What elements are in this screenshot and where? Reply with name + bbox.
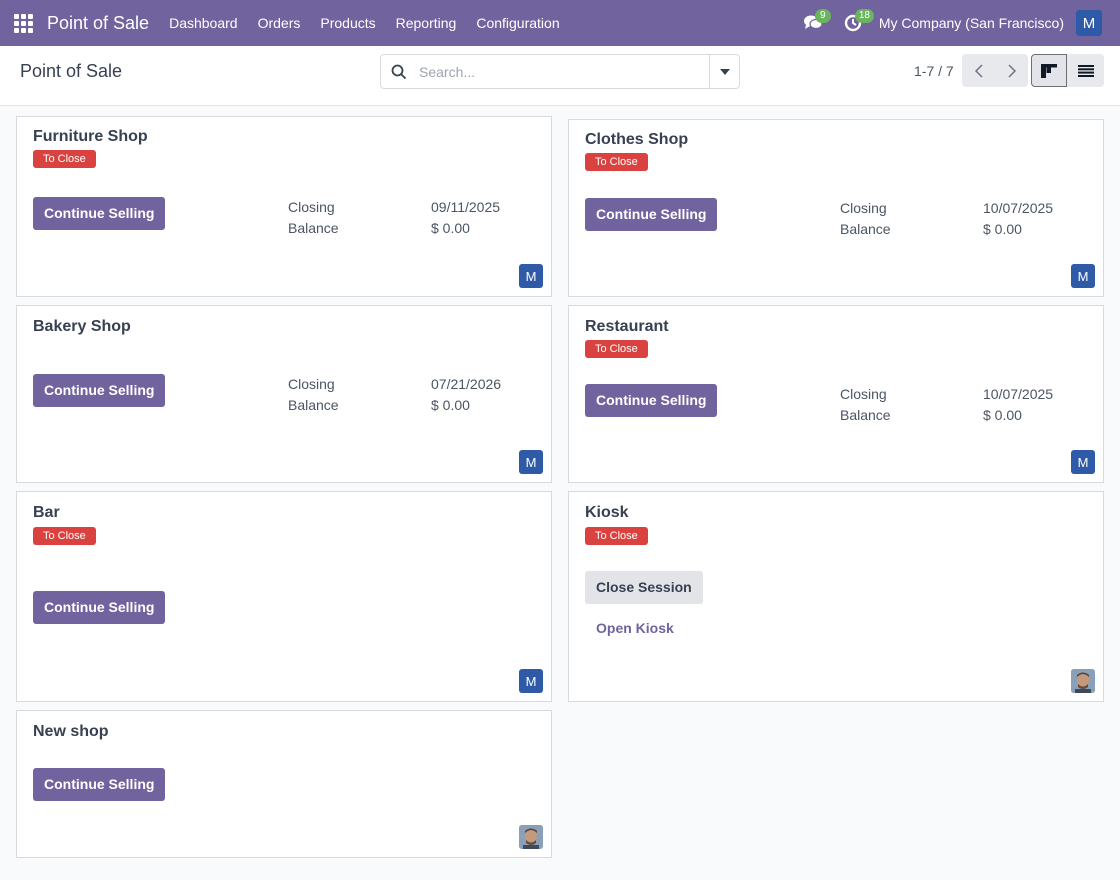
responsible-avatar-photo[interactable] xyxy=(519,825,543,849)
activities-count-badge: 18 xyxy=(854,9,874,23)
user-photo-icon xyxy=(1071,669,1095,693)
page-title: Point of Sale xyxy=(20,61,123,81)
to-close-badge: To Close xyxy=(33,150,96,168)
control-panel: Point of Sale 1-7 / 7 xyxy=(0,46,1120,106)
pos-card-clothes-shop: Clothes Shop To Close Continue Selling C… xyxy=(568,119,1104,297)
balance-value: $ 0.00 xyxy=(983,221,1022,237)
pos-card-new-shop: New shop Continue Selling xyxy=(16,710,552,858)
menu-dashboard[interactable]: Dashboard xyxy=(159,0,248,46)
closing-label: Closing xyxy=(840,200,887,216)
card-title: Bakery Shop xyxy=(33,318,131,335)
responsible-avatar[interactable]: M xyxy=(519,669,543,693)
continue-selling-button[interactable]: Continue Selling xyxy=(585,384,718,417)
responsible-avatar[interactable]: M xyxy=(519,450,543,474)
continue-selling-button[interactable]: Continue Selling xyxy=(33,374,166,407)
search-options-toggle[interactable] xyxy=(709,55,739,88)
messages-button[interactable]: 9 xyxy=(793,0,833,46)
list-view-button[interactable] xyxy=(1067,54,1104,87)
pos-card-kiosk: Kiosk To Close Close Session Open Kiosk xyxy=(568,491,1104,702)
company-switcher[interactable]: My Company (San Francisco) xyxy=(879,15,1064,31)
user-avatar[interactable]: M xyxy=(1076,10,1102,36)
closing-label: Closing xyxy=(288,376,335,392)
closing-label: Closing xyxy=(840,386,887,402)
closing-date: 10/07/2025 xyxy=(983,386,1054,402)
kanban-icon xyxy=(1041,63,1057,78)
closing-date: 07/21/2026 xyxy=(431,376,502,392)
card-title: Clothes Shop xyxy=(585,131,689,148)
balance-value: $ 0.00 xyxy=(983,407,1022,423)
pager-previous-button[interactable] xyxy=(962,54,995,87)
activities-button[interactable]: 18 xyxy=(833,0,874,46)
card-title: Restaurant xyxy=(585,318,669,335)
balance-label: Balance xyxy=(840,221,891,237)
balance-label: Balance xyxy=(840,407,891,423)
search-icon xyxy=(381,64,417,80)
pos-card-restaurant: Restaurant To Close Continue Selling Clo… xyxy=(568,305,1104,483)
menu-products[interactable]: Products xyxy=(310,0,385,46)
open-kiosk-link[interactable]: Open Kiosk xyxy=(596,620,674,636)
card-title: Bar xyxy=(33,504,60,521)
kanban-view-button[interactable] xyxy=(1031,54,1067,87)
responsible-avatar[interactable]: M xyxy=(1071,264,1095,288)
close-session-button[interactable]: Close Session xyxy=(585,571,703,604)
balance-value: $ 0.00 xyxy=(431,397,470,413)
app-brand[interactable]: Point of Sale xyxy=(47,13,149,34)
pager-next-button[interactable] xyxy=(995,54,1028,87)
systray: 9 18 My Company (San Francisco) M xyxy=(793,0,1120,46)
top-navbar: Point of Sale Dashboard Orders Products … xyxy=(0,0,1120,46)
menu-configuration[interactable]: Configuration xyxy=(466,0,569,46)
balance-label: Balance xyxy=(288,397,339,413)
continue-selling-button[interactable]: Continue Selling xyxy=(33,197,166,230)
list-icon xyxy=(1077,64,1094,77)
to-close-badge: To Close xyxy=(33,527,96,545)
continue-selling-button[interactable]: Continue Selling xyxy=(33,591,166,624)
chevron-right-icon xyxy=(1007,63,1016,78)
to-close-badge: To Close xyxy=(585,527,648,545)
menu-orders[interactable]: Orders xyxy=(248,0,311,46)
main-menu: Dashboard Orders Products Reporting Conf… xyxy=(159,0,570,46)
messages-count-badge: 9 xyxy=(814,9,831,23)
continue-selling-button[interactable]: Continue Selling xyxy=(585,198,718,231)
chevron-left-icon xyxy=(974,63,983,78)
search-box xyxy=(380,54,740,89)
closing-date: 09/11/2025 xyxy=(431,199,501,215)
menu-reporting[interactable]: Reporting xyxy=(386,0,467,46)
pos-card-bar: Bar To Close Continue Selling M xyxy=(16,491,552,702)
closing-date: 10/07/2025 xyxy=(983,200,1054,216)
card-title: New shop xyxy=(33,723,109,740)
pos-card-furniture-shop: Furniture Shop To Close Continue Selling… xyxy=(16,116,552,297)
app-menu-grid-icon[interactable] xyxy=(0,0,46,46)
closing-label: Closing xyxy=(288,199,335,215)
to-close-badge: To Close xyxy=(585,340,648,358)
balance-value: $ 0.00 xyxy=(431,220,470,236)
search-input[interactable] xyxy=(417,56,709,87)
responsible-avatar-photo[interactable] xyxy=(1071,669,1095,693)
to-close-badge: To Close xyxy=(585,153,648,171)
pos-card-bakery-shop: Bakery Shop Continue Selling Closing 07/… xyxy=(16,305,552,483)
card-title: Furniture Shop xyxy=(33,128,148,145)
responsible-avatar[interactable]: M xyxy=(519,264,543,288)
card-title: Kiosk xyxy=(585,504,629,521)
pager-value[interactable]: 1-7 / 7 xyxy=(914,63,954,79)
caret-down-icon xyxy=(719,68,730,75)
continue-selling-button[interactable]: Continue Selling xyxy=(33,768,166,801)
responsible-avatar[interactable]: M xyxy=(1071,450,1095,474)
user-photo-icon xyxy=(519,825,543,849)
balance-label: Balance xyxy=(288,220,339,236)
